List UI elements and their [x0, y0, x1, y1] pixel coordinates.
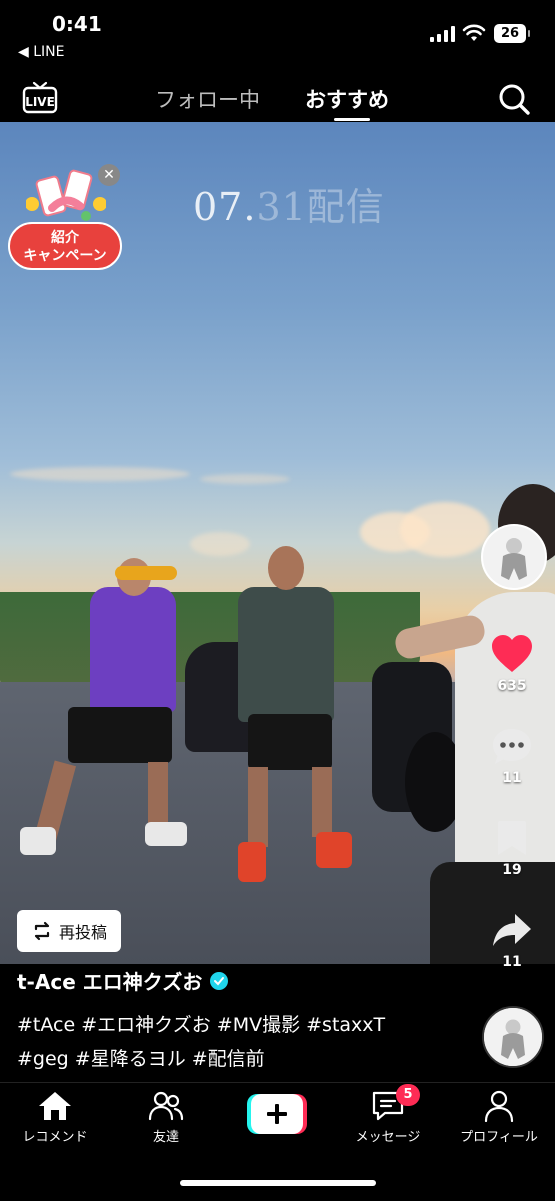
comment-icon	[493, 729, 531, 764]
campaign-close-icon[interactable]: ✕	[98, 164, 120, 186]
caption-hashtags-line-2[interactable]: #geg #星降るヨル #配信前	[17, 1044, 265, 1071]
nav-home[interactable]: レコメンド	[5, 1090, 105, 1145]
repost-label: 再投稿	[58, 923, 107, 942]
active-tab-indicator	[334, 118, 370, 121]
share-arrow-icon	[493, 914, 531, 946]
repost-icon	[34, 921, 50, 941]
nav-home-label: レコメンド	[22, 1130, 88, 1145]
home-indicator	[180, 1180, 376, 1186]
nav-messages[interactable]: メッセージ	[338, 1090, 438, 1145]
referral-campaign-banner[interactable]: ✕ 紹介 キャンペーン	[8, 160, 124, 272]
share-button[interactable]: 11	[482, 910, 542, 970]
bookmark-icon	[498, 821, 526, 855]
comment-count: 11	[502, 770, 522, 786]
friends-icon	[148, 1091, 184, 1121]
campaign-label: 紹介 キャンペーン	[8, 222, 122, 270]
heart-icon	[492, 635, 532, 672]
battery-indicator: 26	[494, 24, 530, 43]
share-count: 11	[502, 954, 522, 970]
creator-avatar[interactable]	[481, 524, 547, 590]
tab-following[interactable]: フォロー中	[155, 84, 260, 114]
repost-button[interactable]: 再投稿	[17, 910, 121, 952]
home-icon	[39, 1092, 71, 1120]
avatar-image	[483, 526, 545, 588]
author-name[interactable]: t-Ace エロ神クズお	[17, 966, 202, 995]
caption-hashtags-line-1[interactable]: #tAce #エロ神クズお #MV撮影 #staxxT	[17, 1010, 385, 1037]
save-count: 19	[502, 862, 522, 878]
back-to-line-link[interactable]: ◀ LINE	[18, 44, 64, 60]
messages-badge: 5	[396, 1084, 420, 1106]
like-count: 635	[497, 678, 527, 694]
verified-badge-icon	[210, 971, 229, 990]
comment-button[interactable]: 11	[482, 726, 542, 786]
music-disc-avatar[interactable]	[482, 1006, 544, 1068]
search-icon[interactable]	[497, 82, 531, 116]
like-button[interactable]: 635	[482, 634, 542, 694]
nav-friends[interactable]: 友達	[116, 1090, 216, 1145]
handshake-phones-icon	[26, 169, 106, 221]
wifi-icon	[462, 24, 486, 41]
svg-text:LIVE: LIVE	[25, 95, 55, 109]
tab-recommended[interactable]: おすすめ	[305, 84, 389, 114]
save-button[interactable]: 19	[482, 818, 542, 878]
profile-icon	[484, 1090, 514, 1122]
nav-friends-label: 友達	[152, 1130, 179, 1145]
cellular-signal-icon	[430, 26, 455, 42]
video-date-overlay: 07.31配信	[193, 185, 385, 229]
author-row[interactable]: t-Ace エロ神クズお	[17, 966, 229, 995]
status-time: 0:41	[52, 12, 102, 36]
live-icon[interactable]: LIVE	[22, 80, 58, 114]
nav-profile-label: プロフィール	[460, 1130, 538, 1145]
music-disc-image	[484, 1008, 542, 1066]
create-post-button[interactable]	[247, 1094, 307, 1134]
nav-messages-label: メッセージ	[355, 1130, 421, 1145]
nav-profile[interactable]: プロフィール	[449, 1090, 549, 1145]
